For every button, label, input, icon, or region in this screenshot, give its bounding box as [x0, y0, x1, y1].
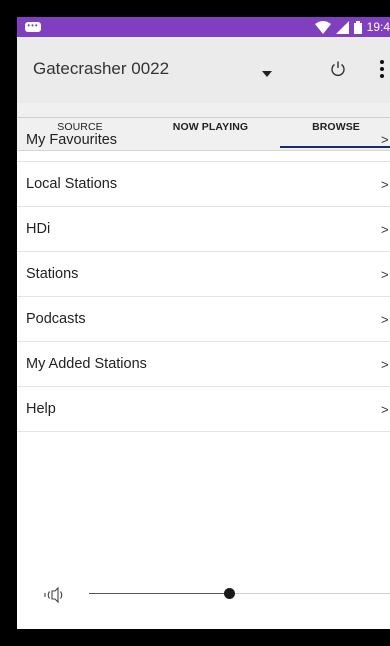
- device-header: Gatecrasher 0022: [17, 37, 390, 103]
- list-item-stations[interactable]: Stations >: [17, 252, 390, 297]
- chevron-right-icon: >: [381, 311, 389, 327]
- status-time: 19:4: [366, 20, 390, 34]
- status-bar: ••• 19:4: [17, 17, 390, 37]
- battery-icon: [353, 20, 362, 34]
- more-options-icon[interactable]: [379, 60, 385, 80]
- notification-icon: •••: [25, 22, 41, 32]
- list-item-label: My Favourites: [26, 131, 118, 148]
- list-item-label: My Added Stations: [26, 356, 147, 372]
- power-icon[interactable]: [329, 60, 347, 78]
- list-item-label: Podcasts: [26, 311, 86, 327]
- dropdown-arrow-icon[interactable]: [262, 71, 272, 77]
- list-item-podcasts[interactable]: Podcasts >: [17, 297, 390, 342]
- list-item-local-stations[interactable]: Local Stations >: [17, 162, 390, 207]
- chevron-right-icon: >: [381, 132, 389, 147]
- list-item-help[interactable]: Help >: [17, 387, 390, 432]
- volume-slider-track[interactable]: [234, 593, 390, 594]
- chevron-right-icon: >: [381, 221, 389, 237]
- list-item-my-added-stations[interactable]: My Added Stations >: [17, 342, 390, 387]
- list-item-label: Stations: [26, 266, 79, 282]
- chevron-right-icon: >: [381, 266, 389, 282]
- app-screen: ••• 19:4 Gatecrasher 0022 SOURCE NOW PLA…: [17, 17, 390, 629]
- status-icons: 19:4: [314, 19, 390, 35]
- chevron-right-icon: >: [381, 356, 389, 372]
- volume-slider-thumb[interactable]: [224, 588, 235, 599]
- list-item-my-favourites[interactable]: My Favourites >: [17, 117, 390, 162]
- list-item-label: Help: [26, 401, 56, 417]
- list-item-label: Local Stations: [26, 176, 118, 192]
- list-item-hdi[interactable]: HDi >: [17, 207, 390, 252]
- chevron-right-icon: >: [381, 401, 389, 417]
- volume-slider-fill[interactable]: [89, 593, 234, 594]
- volume-icon[interactable]: [43, 585, 67, 605]
- browse-list: My Favourites > Local Stations > HDi > S…: [17, 117, 390, 432]
- chevron-right-icon: >: [381, 176, 389, 192]
- device-name[interactable]: Gatecrasher 0022: [33, 59, 169, 79]
- wifi-icon: [314, 20, 331, 34]
- signal-icon: [335, 20, 349, 34]
- list-item-label: HDi: [26, 221, 51, 237]
